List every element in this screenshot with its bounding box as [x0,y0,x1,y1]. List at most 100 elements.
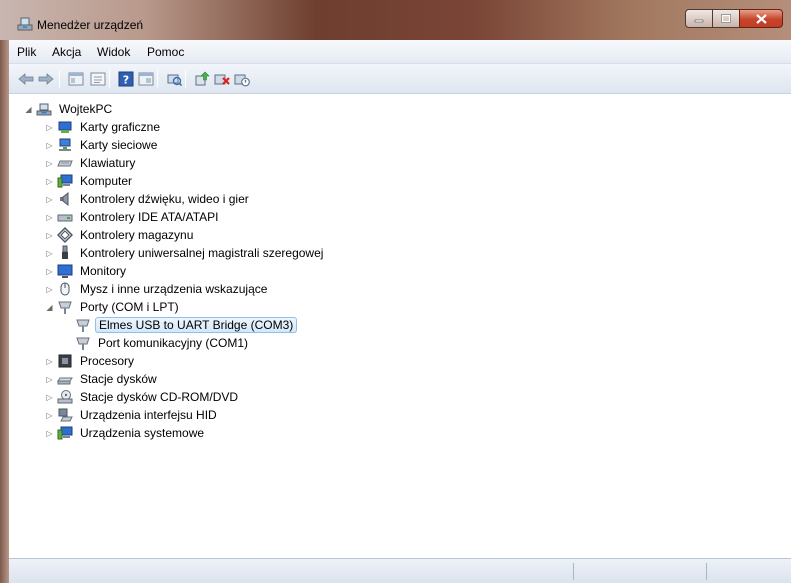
expand-arrow-icon[interactable]: ▷ [45,249,54,258]
tree-node[interactable]: ▷ Kontrolery uniwersalnej magistrali sze… [45,244,326,262]
menu-akcja[interactable]: Akcja [52,45,81,59]
tree-node-label: Klawiatury [80,156,136,170]
expand-arrow-icon[interactable]: ▷ [45,375,54,384]
expand-arrow-icon[interactable]: ▷ [45,411,54,420]
collapse-arrow-icon[interactable]: ◢ [45,303,54,312]
update-driver-button[interactable] [193,70,211,88]
storage-controller-icon [57,227,73,243]
tree-node[interactable]: ▷ Kontrolery IDE ATA/ATAPI [45,208,222,226]
forward-arrow-icon [38,73,54,85]
disable-button[interactable] [233,70,251,88]
port-icon [76,319,90,332]
expand-arrow-icon[interactable]: ▷ [45,267,54,276]
uninstall-icon [214,74,230,85]
tree-root[interactable]: ◢ WojtekPC [24,100,115,118]
tree-node-label: Urządzenia systemowe [80,426,205,440]
tree-node-label: Mysz i inne urządzenia wskazujące [80,282,268,296]
tree-node-label: Kontrolery uniwersalnej magistrali szere… [80,246,324,260]
maximize-button[interactable] [712,9,740,28]
tree-node[interactable]: ◢ Porty (COM i LPT) [45,298,182,316]
menu-widok[interactable]: Widok [97,45,130,59]
tree-node[interactable]: ▷ Stacje dysków CD-ROM/DVD [45,388,241,406]
toolbar-separator [185,70,186,88]
tree-node[interactable]: ▷ Kontrolery dźwięku, wideo i gier [45,190,252,208]
tree-child-label: Port komunikacyjny (COM1) [98,336,249,350]
tree-node-label: Porty (COM i LPT) [80,300,179,314]
processor-icon [58,354,72,368]
expand-arrow-icon[interactable]: ▷ [45,393,54,402]
menu-bar: Plik Akcja Widok Pomoc [9,40,791,64]
network-adapter-icon [59,138,71,151]
client-area: Plik Akcja Widok Pomoc ? ◢ WojtekPC ▷ Ka… [9,40,791,583]
scan-hardware-button[interactable] [165,70,183,88]
close-icon [755,13,767,24]
expand-arrow-icon[interactable]: ▷ [45,429,54,438]
port-icon [58,301,72,314]
tree-child-label: Elmes USB to UART Bridge (COM3) [95,317,298,333]
tree-node-label: Karty sieciowe [80,138,158,152]
close-button[interactable] [739,9,783,28]
tree-node[interactable]: ▷ Mysz i inne urządzenia wskazujące [45,280,270,298]
uninstall-button[interactable] [213,70,231,88]
view-icon [138,72,154,86]
expand-arrow-icon[interactable]: ▷ [45,123,54,132]
window-title: Menedżer urządzeń [37,18,144,32]
tree-child-node[interactable]: Elmes USB to UART Bridge (COM3) [75,316,298,334]
expand-arrow-icon[interactable]: ▷ [45,285,54,294]
toolbar: ? [9,64,791,94]
computer-icon [36,103,52,116]
tree-node[interactable]: ▷ Stacje dysków [45,370,160,388]
show-hide-tree-icon [68,72,84,86]
tree-node-label: Stacje dysków [80,372,157,386]
menu-plik[interactable]: Plik [17,45,36,59]
expand-arrow-icon[interactable]: ▷ [45,141,54,150]
tree-node[interactable]: ▷ Procesory [45,352,137,370]
device-tree: ◢ WojtekPC ▷ Karty graficzne ▷ Karty sie… [9,95,791,558]
minimize-button[interactable] [685,9,713,28]
help-button[interactable]: ? [117,70,135,88]
tree-node-label: Stacje dysków CD-ROM/DVD [80,390,239,404]
computer-icon [57,174,73,188]
scan-hardware-icon [167,74,182,87]
tree-node[interactable]: ▷ Karty sieciowe [45,136,160,154]
expand-arrow-icon[interactable]: ▷ [45,357,54,366]
tree-child-node[interactable]: Port komunikacyjny (COM1) [75,334,251,352]
port-icon [76,337,90,350]
window-controls [685,9,783,29]
tree-node[interactable]: ▷ Kontrolery magazynu [45,226,196,244]
title-bar[interactable]: Menedżer urządzeń [0,0,791,40]
svg-text:?: ? [123,74,129,87]
toolbar-separator [59,70,60,88]
back-button[interactable] [17,70,35,88]
forward-button[interactable] [37,70,55,88]
expand-arrow-icon[interactable]: ▷ [45,159,54,168]
display-adapter-icon [58,121,72,133]
tree-node-label: Kontrolery dźwięku, wideo i gier [80,192,249,206]
minimize-icon [694,19,704,22]
ide-controller-icon [57,214,73,222]
expand-arrow-icon[interactable]: ▷ [45,231,54,240]
tree-node-label: Kontrolery magazynu [80,228,194,242]
menu-pomoc[interactable]: Pomoc [147,45,184,59]
tree-node[interactable]: ▷ Urządzenia interfejsu HID [45,406,220,424]
expand-arrow-icon[interactable]: ▷ [45,177,54,186]
device-manager-window: Menedżer urządzeń Plik Akcja Widok Pomoc [0,0,791,583]
view-button[interactable] [137,70,155,88]
collapse-arrow-icon[interactable]: ◢ [24,105,33,114]
show-hide-tree-button[interactable] [67,70,85,88]
tree-node[interactable]: ▷ Urządzenia systemowe [45,424,207,442]
tree-node-label: Procesory [80,354,135,368]
update-driver-icon [195,71,210,86]
tree-node[interactable]: ▷ Klawiatury [45,154,138,172]
properties-button[interactable] [89,70,107,88]
expand-arrow-icon[interactable]: ▷ [45,213,54,222]
tree-node-label: Komputer [80,174,133,188]
usb-icon [62,245,68,259]
expand-arrow-icon[interactable]: ▷ [45,195,54,204]
tree-node[interactable]: ▷ Karty graficzne [45,118,163,136]
help-icon: ? [118,71,134,87]
tree-node-label: Urządzenia interfejsu HID [80,408,217,422]
cdrom-icon [57,390,73,404]
tree-node[interactable]: ▷ Komputer [45,172,135,190]
tree-node[interactable]: ▷ Monitory [45,262,129,280]
